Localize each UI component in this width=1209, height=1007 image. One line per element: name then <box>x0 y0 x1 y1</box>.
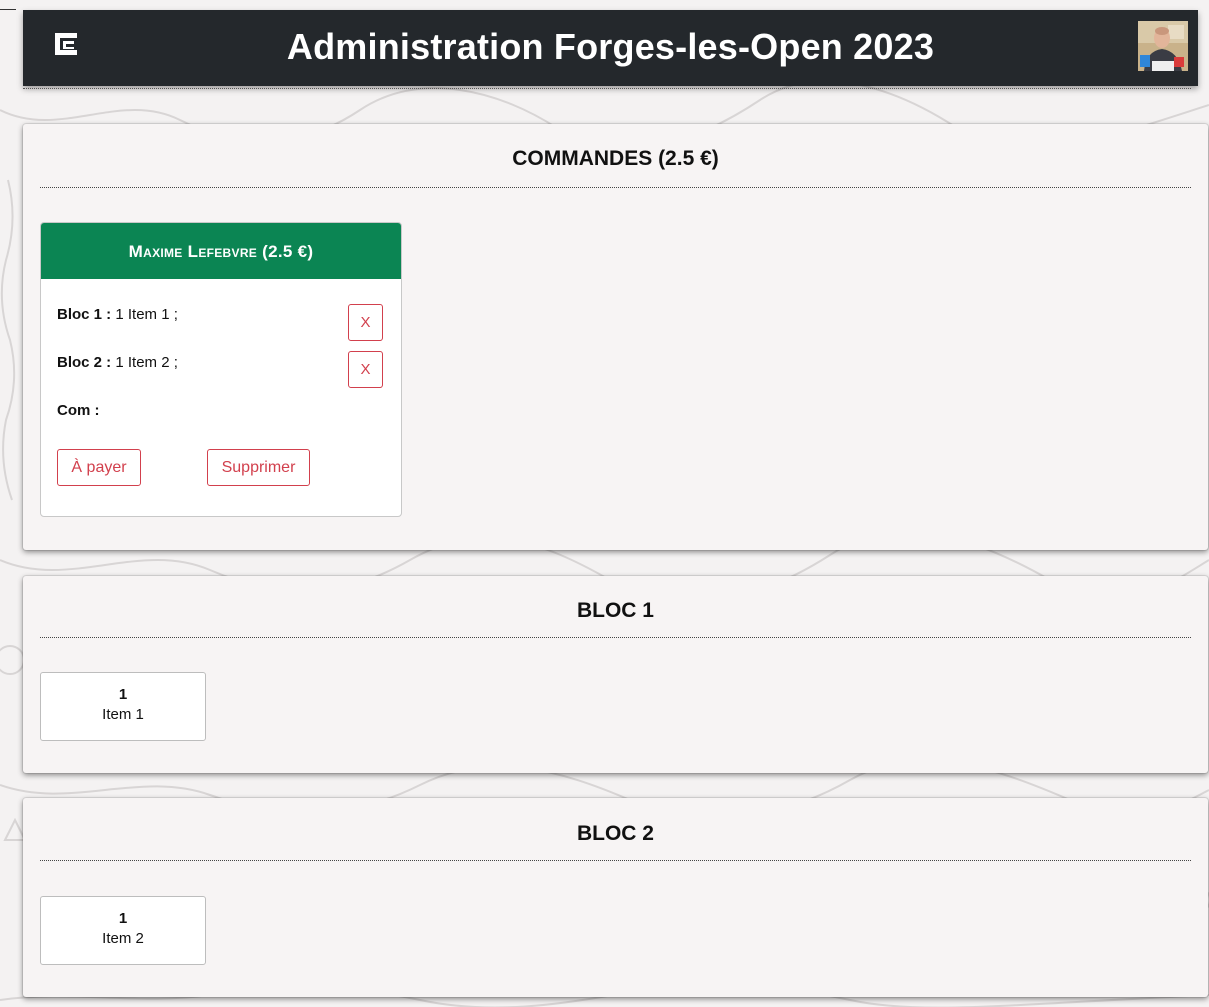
orders-panel: COMMANDES (2.5 €) Maxime Lefebvre (2.5 €… <box>23 124 1208 550</box>
top-edge-line <box>0 9 16 10</box>
item-name: Item 2 <box>102 930 144 947</box>
remove-line-bloc-1-button[interactable]: X <box>348 304 383 341</box>
order-line-label: Bloc 1 : <box>57 306 112 323</box>
pay-button[interactable]: À payer <box>57 449 141 486</box>
bloc-1-divider <box>40 637 1191 638</box>
bloc-2-title: BLOC 2 <box>576 822 654 845</box>
order-card: Maxime Lefebvre (2.5 €) Bloc 1 : 1 Item … <box>40 222 402 517</box>
header-divider <box>23 88 1191 89</box>
order-customer-name: Maxime Lefebvre (2.5 €) <box>41 223 401 279</box>
bloc-1-panel: BLOC 1 1 Item 1 <box>23 576 1208 773</box>
order-line-value: 1 Item 2 ; <box>115 354 178 371</box>
remove-line-bloc-2-button[interactable]: X <box>348 351 383 388</box>
orders-divider <box>40 187 1191 188</box>
order-line-bloc-2: Bloc 2 : 1 Item 2 ; <box>57 354 178 371</box>
order-line-bloc-1: Bloc 1 : 1 Item 1 ; <box>57 306 178 323</box>
page-title: Administration Forges-les-Open 2023 <box>286 26 935 67</box>
order-line-value: 1 Item 1 ; <box>115 306 178 323</box>
app-header: Administration Forges-les-Open 2023 <box>23 10 1198 86</box>
orders-title: COMMANDES (2.5 €) <box>512 147 719 170</box>
order-line-label: Bloc 2 : <box>57 354 112 371</box>
bloc-1-title: BLOC 1 <box>576 599 654 622</box>
order-comment-label: Com : <box>57 402 100 419</box>
bloc-2-divider <box>40 860 1191 861</box>
menu-item-card[interactable]: 1 Item 1 <box>40 672 206 741</box>
item-name: Item 1 <box>102 706 144 723</box>
menu-item-card[interactable]: 1 Item 2 <box>40 896 206 965</box>
item-quantity: 1 <box>118 686 128 703</box>
item-quantity: 1 <box>118 910 128 927</box>
user-avatar[interactable] <box>1138 21 1188 71</box>
order-comment: Com : <box>57 402 100 419</box>
bloc-2-panel: BLOC 2 1 Item 2 <box>23 798 1208 997</box>
delete-order-button[interactable]: Supprimer <box>207 449 310 486</box>
